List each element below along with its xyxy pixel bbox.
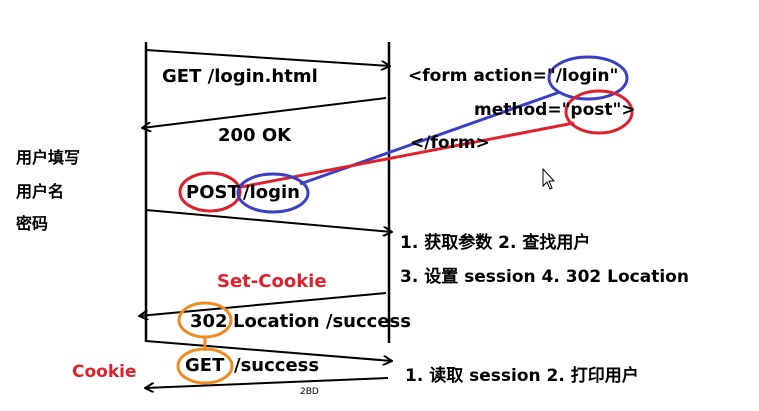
code-302-label: 302	[190, 311, 228, 332]
arrow-get-login	[145, 49, 390, 66]
form-close-line: </form>	[410, 133, 490, 153]
post-method-label: POST	[186, 182, 240, 203]
form-method-line: method="post">	[474, 100, 636, 120]
mouse-cursor-icon	[542, 167, 556, 190]
server-note-step1: 1. 获取参数 2. 查找用户	[400, 233, 591, 253]
ok-200-label: 200 OK	[218, 125, 292, 146]
get-login-label: GET /login.html	[162, 66, 318, 87]
client-note-password: 密码	[16, 214, 49, 233]
form-tag-line: <form action="/login"	[408, 66, 619, 86]
server-note-step3: 1. 读取 session 2. 打印用户	[405, 366, 639, 386]
http-login-sequence-diagram: GET /login.html 200 OK POST /login 302 L…	[0, 0, 759, 411]
server-note-step2: 3. 设置 session 4. 302 Location	[400, 267, 689, 287]
diagram-drawing	[0, 42, 634, 411]
arrow-200-ok	[142, 97, 387, 128]
get-path-label: /success	[234, 355, 320, 376]
location-label: Location /success	[233, 311, 411, 332]
set-cookie-label: Set-Cookie	[217, 271, 327, 292]
client-note-fill-in: 用户填写	[16, 148, 81, 167]
get-method-label: GET	[185, 355, 225, 376]
cookie-label: Cookie	[72, 362, 137, 382]
arrow-success-response	[145, 377, 389, 388]
post-path-label: /login	[243, 182, 300, 203]
scribble-text: 2BD	[300, 387, 319, 397]
client-note-username: 用户名	[16, 182, 65, 201]
